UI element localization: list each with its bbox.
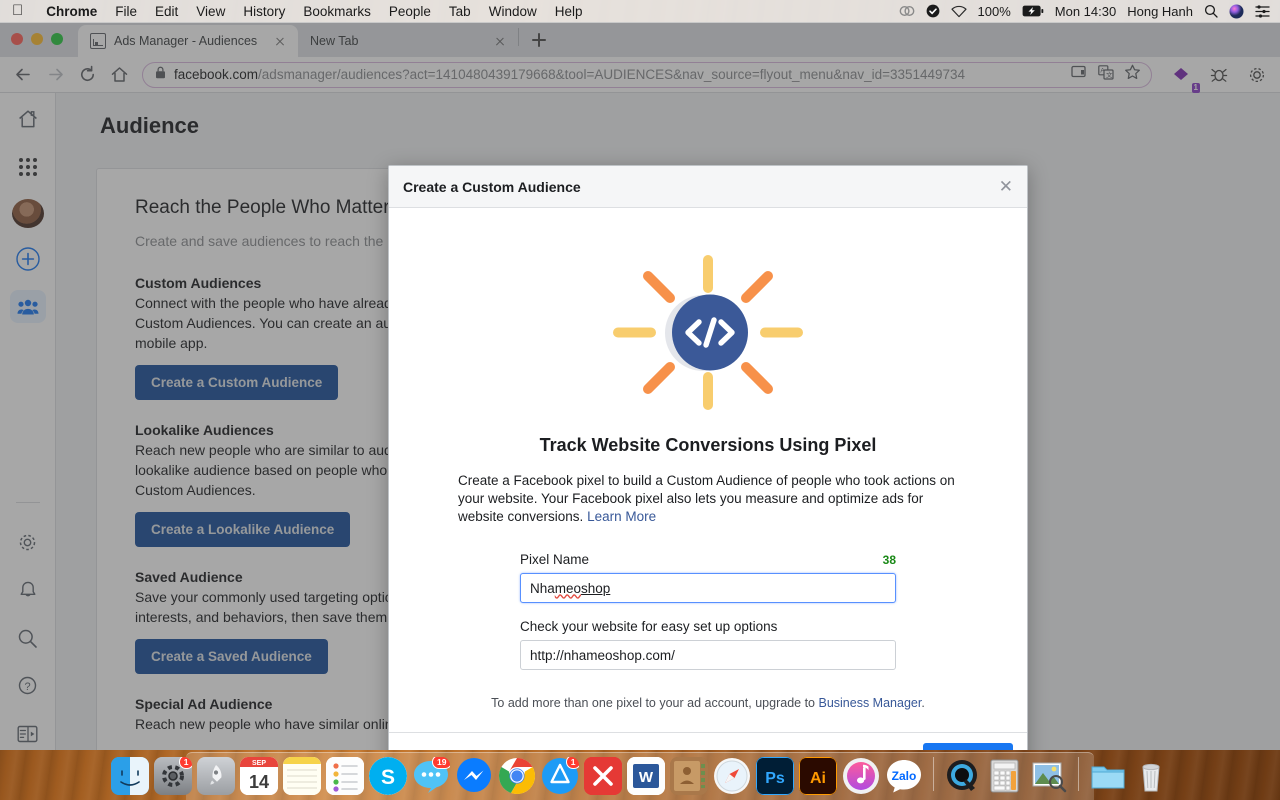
svg-text:SEP: SEP xyxy=(251,760,265,767)
dock-item-reminders[interactable] xyxy=(325,757,364,795)
menu-item-tab[interactable]: Tab xyxy=(440,4,480,19)
dock-item-photoshop[interactable]: Ps xyxy=(755,757,794,795)
menu-item-history[interactable]: History xyxy=(234,4,294,19)
description-text: Create a Facebook pixel to build a Custo… xyxy=(458,473,955,524)
dock-item-messenger[interactable] xyxy=(455,757,493,795)
business-manager-link[interactable]: Business Manager xyxy=(818,696,921,710)
dock-item-skype[interactable]: S xyxy=(368,757,407,795)
dock-item-contacts[interactable] xyxy=(669,757,708,795)
zalo-label: Zalo xyxy=(891,769,916,783)
user-name-label[interactable]: Hong Hanh xyxy=(1127,4,1193,19)
dialog-footer: Give Feedback Continue xyxy=(389,732,1027,750)
screen:  Chrome File Edit View History Bookmark… xyxy=(0,0,1280,800)
dock-separator xyxy=(932,757,934,791)
illustrator-label: Ai xyxy=(810,770,826,787)
dialog-body: Track Website Conversions Using Pixel Cr… xyxy=(389,208,1027,732)
macos-menubar:  Chrome File Edit View History Bookmark… xyxy=(0,0,1280,23)
menu-item-bookmarks[interactable]: Bookmarks xyxy=(294,4,380,19)
dock-item-calculator[interactable] xyxy=(987,757,1025,795)
dialog-title: Create a Custom Audience xyxy=(403,178,581,195)
dock-item-quicktime[interactable] xyxy=(944,757,982,795)
dock-item-notes[interactable] xyxy=(282,757,321,795)
dock-item-finder[interactable] xyxy=(110,757,149,795)
pixel-name-input[interactable]: Nha meo shop xyxy=(520,573,896,603)
photoshop-label: Ps xyxy=(765,770,785,787)
menu-item-chrome[interactable]: Chrome xyxy=(37,4,106,19)
menu-item-file[interactable]: File xyxy=(106,4,146,19)
pixel-name-value-plain: Nha xyxy=(530,580,555,596)
battery-percent-label: 100% xyxy=(977,3,1011,19)
dock-item-xmind[interactable] xyxy=(583,757,622,795)
calendar-day: 14 xyxy=(248,772,268,792)
website-field-group: Check your website for easy set up optio… xyxy=(520,619,896,670)
menu-item-window[interactable]: Window xyxy=(480,4,546,19)
dock-item-app-store[interactable]: 1 xyxy=(541,757,579,795)
wifi-icon[interactable] xyxy=(950,5,967,18)
creative-cloud-icon[interactable] xyxy=(899,4,915,18)
dock-badge: 19 xyxy=(432,757,450,769)
website-url-value: http://nhameoshop.com/ xyxy=(530,647,675,663)
clock-label[interactable]: Mon 14:30 xyxy=(1055,4,1116,19)
dock-separator xyxy=(1077,757,1079,791)
dock-item-messages[interactable]: 19 xyxy=(412,757,450,795)
dock-item-word[interactable]: W xyxy=(626,757,665,795)
chrome-window: Ads Manager - Audiences New Tab facebook… xyxy=(0,23,1280,750)
dock-item-itunes[interactable] xyxy=(842,757,880,795)
spotlight-search-icon[interactable] xyxy=(1204,4,1218,18)
menu-item-view[interactable]: View xyxy=(187,4,234,19)
apple-logo-icon[interactable]:  xyxy=(0,3,37,18)
pixel-name-field-group: Pixel Name 38 Nha meo shop xyxy=(520,552,896,603)
battery-charging-icon[interactable] xyxy=(1022,5,1044,17)
dialog-heading: Track Website Conversions Using Pixel xyxy=(539,435,877,455)
dock-item-chrome[interactable] xyxy=(498,757,536,795)
dock-item-illustrator[interactable]: Ai xyxy=(798,757,837,795)
dock-badge: 1 xyxy=(178,757,192,769)
dialog-header: Create a Custom Audience ✕ xyxy=(389,166,1027,208)
word-letter: W xyxy=(638,769,653,786)
upgrade-note-period: . xyxy=(921,696,925,710)
menu-item-people[interactable]: People xyxy=(380,4,440,19)
close-icon[interactable]: ✕ xyxy=(999,178,1013,195)
dock-item-downloads-folder[interactable] xyxy=(1089,757,1127,795)
dock-item-calendar[interactable]: SEP 14 xyxy=(239,757,278,795)
continue-button[interactable]: Continue xyxy=(922,743,1013,750)
menu-item-help[interactable]: Help xyxy=(546,4,592,19)
checkmark-shield-icon[interactable] xyxy=(926,4,940,18)
siri-icon[interactable] xyxy=(1229,4,1244,19)
dock-item-preview[interactable] xyxy=(1030,757,1068,795)
dock-badge: 1 xyxy=(565,757,579,769)
pixel-name-label: Pixel Name xyxy=(520,552,590,567)
skype-letter: S xyxy=(380,766,394,789)
upgrade-note: To add more than one pixel to your ad ac… xyxy=(389,696,1027,710)
dock-item-zalo[interactable]: Zalo xyxy=(885,757,923,795)
dock-item-launchpad[interactable] xyxy=(196,757,235,795)
learn-more-link[interactable]: Learn More xyxy=(587,509,656,524)
menu-item-edit[interactable]: Edit xyxy=(146,4,187,19)
pixel-name-char-counter: 38 xyxy=(882,553,896,567)
pixel-code-sun-icon xyxy=(613,255,803,410)
dock-item-system-preferences[interactable]: 1 xyxy=(153,757,192,795)
website-label: Check your website for easy set up optio… xyxy=(520,619,778,634)
create-custom-audience-dialog: Create a Custom Audience ✕ Track Website… xyxy=(388,165,1028,750)
pixel-name-value-underlined: shop xyxy=(581,580,611,596)
control-center-icon[interactable] xyxy=(1255,4,1270,18)
pixel-name-value-misspelled: meo xyxy=(554,580,582,596)
dock-item-trash[interactable] xyxy=(1132,757,1170,795)
macos-dock: 1 SEP 14 S 19 1 W Ps Ai Zalo xyxy=(0,750,1280,800)
dialog-description: Create a Facebook pixel to build a Custo… xyxy=(458,472,958,526)
website-url-input[interactable]: http://nhameoshop.com/ xyxy=(520,640,896,670)
upgrade-note-text: To add more than one pixel to your ad ac… xyxy=(491,696,819,710)
dock-item-safari[interactable] xyxy=(713,757,751,795)
